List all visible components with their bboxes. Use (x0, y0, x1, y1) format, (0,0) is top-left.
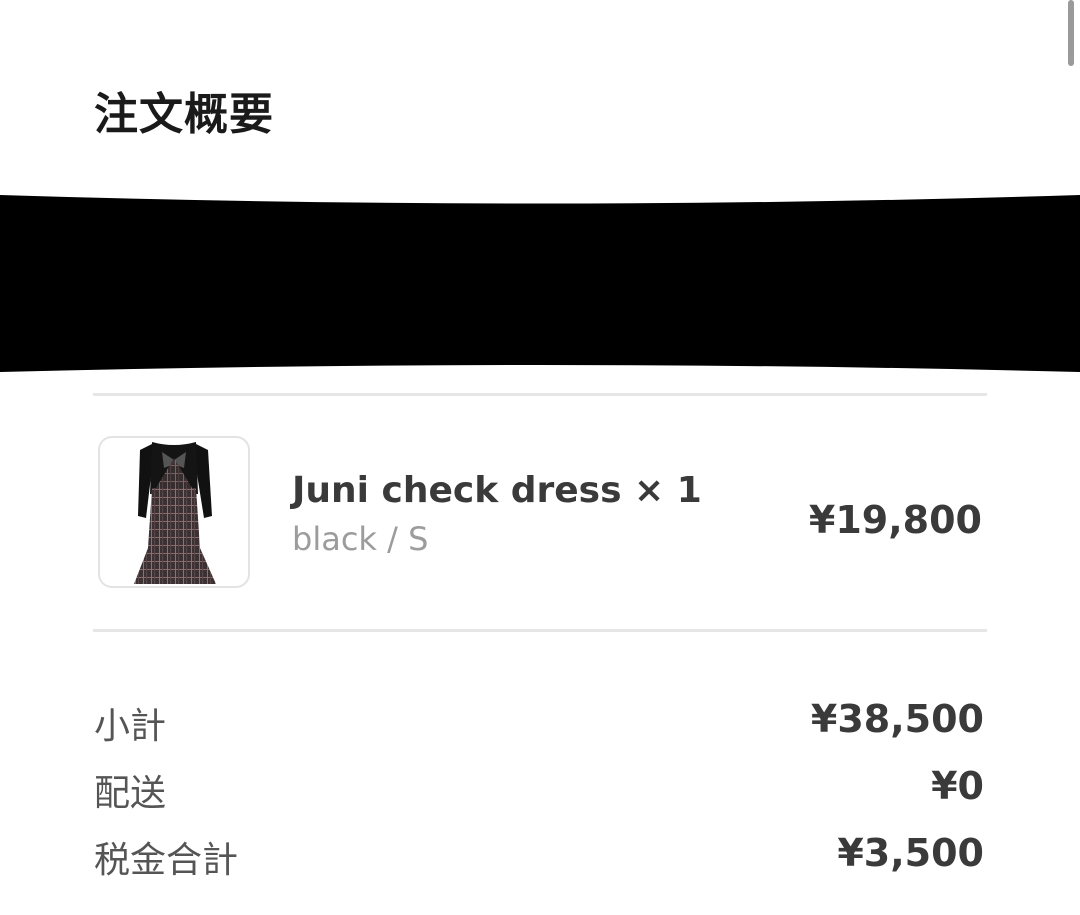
tax-total-label: 税金合計 (94, 840, 239, 881)
dress-icon (134, 442, 216, 584)
tax-total-value: ¥3,500 (837, 831, 984, 875)
product-thumbnail[interactable] (98, 436, 250, 588)
subtotal-value: ¥38,500 (810, 697, 984, 741)
page-title: 注文概要 (94, 89, 274, 140)
scrollbar[interactable] (1068, 0, 1074, 66)
divider (93, 393, 987, 396)
tax-total-row: 税金合計 ¥3,500 (94, 831, 984, 881)
item-name: Juni check dress × 1 (292, 470, 702, 511)
shipping-label: 配送 (94, 773, 167, 814)
shipping-row: 配送 ¥0 (94, 764, 984, 814)
divider (93, 629, 987, 632)
subtotal-label: 小計 (94, 706, 167, 747)
redaction-bar (0, 195, 1080, 372)
item-variant: black / S (292, 520, 429, 558)
subtotal-row: 小計 ¥38,500 (94, 697, 984, 747)
order-summary-page: 注文概要 Juni check dress × 1 black / S ¥19,… (0, 0, 1080, 915)
item-price: ¥19,800 (808, 498, 982, 542)
shipping-value: ¥0 (931, 764, 984, 808)
